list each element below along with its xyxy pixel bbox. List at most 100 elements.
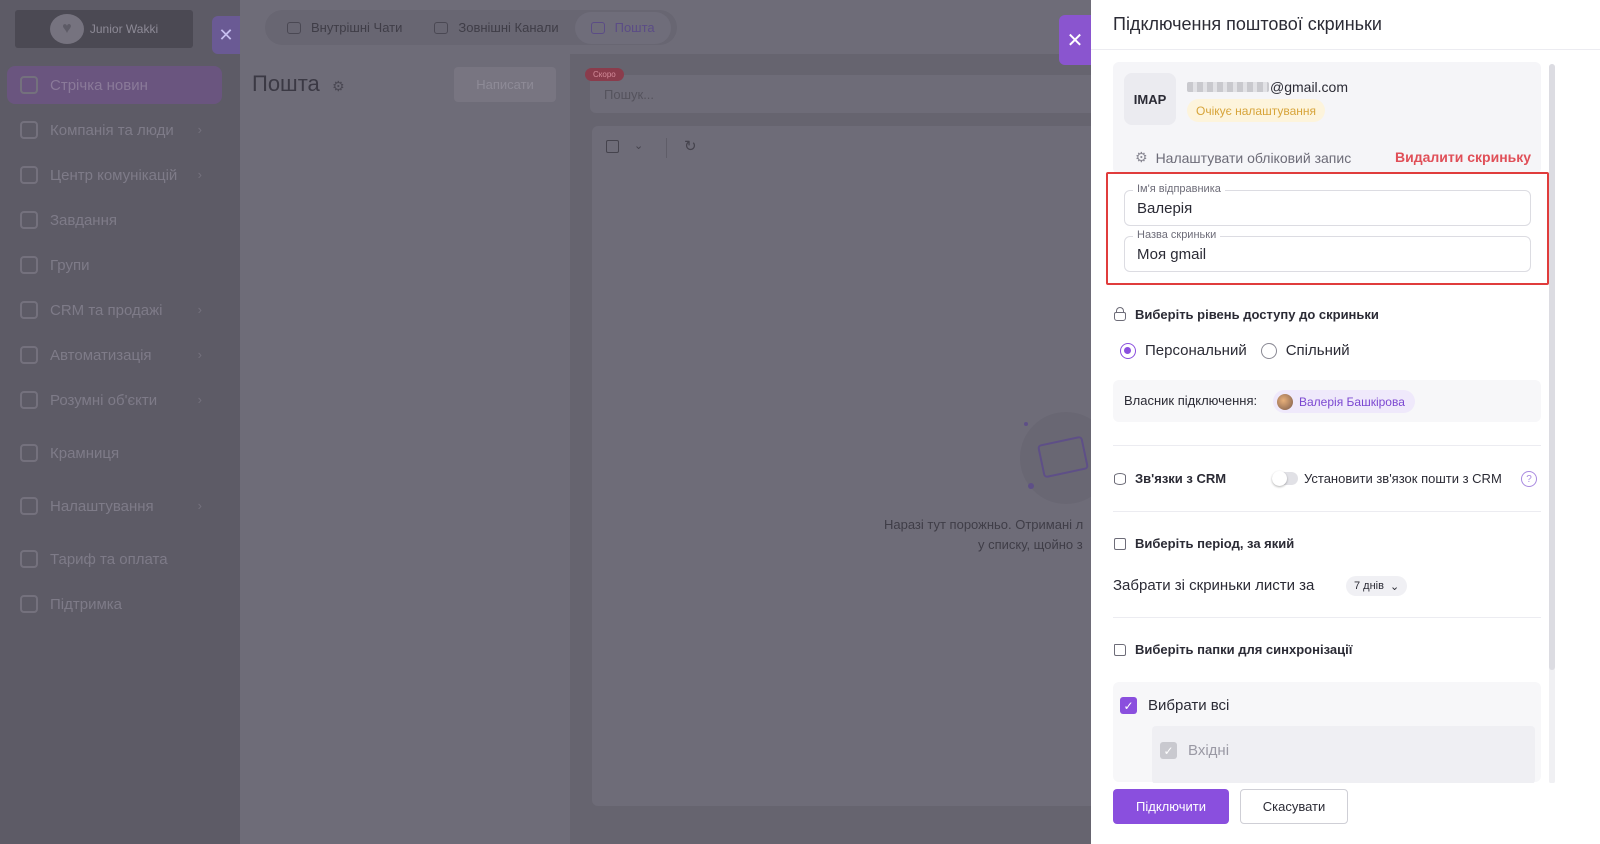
- select-all-mail-checkbox[interactable]: [606, 140, 619, 153]
- panel-title: Підключення поштової скриньки: [1113, 14, 1382, 34]
- tab-label: Пошта: [614, 20, 655, 35]
- radio-personal-label[interactable]: Персональний: [1145, 342, 1247, 359]
- protocol-badge: IMAP: [1124, 73, 1176, 125]
- folders-heading-text: Виберіть папки для синхронізації: [1135, 642, 1353, 657]
- scrollbar-thumb[interactable]: [1549, 64, 1555, 670]
- sidebar-item-icon: [20, 346, 38, 364]
- tab-channels[interactable]: Зовнішні Канали: [418, 12, 574, 44]
- sidebar-item[interactable]: Розумні об'єкти ›: [7, 381, 222, 419]
- page-title: Пошта: [252, 71, 320, 96]
- soon-badge: Скоро: [585, 68, 624, 81]
- mailbox-name-field[interactable]: Назва скриньки: [1124, 229, 1531, 272]
- background-app: ♥ Junior Wakki Стрічка новин Компанія та …: [0, 0, 1113, 844]
- radio-shared-label[interactable]: Спільний: [1286, 342, 1350, 359]
- mailbox-name-input[interactable]: [1137, 246, 1517, 263]
- sidebar-item[interactable]: Крамниця: [7, 434, 222, 472]
- sidebar-item[interactable]: Компанія та люди ›: [7, 111, 222, 149]
- chevron-right-icon: ›: [197, 347, 202, 362]
- select-all-label: Вибрати всі: [1148, 697, 1230, 714]
- connect-button[interactable]: Підключити: [1113, 789, 1229, 824]
- email-domain: @gmail.com: [1270, 79, 1349, 95]
- mail-settings-gear-icon[interactable]: ⚙: [332, 78, 345, 95]
- sidebar-item-label: Компанія та люди: [50, 121, 174, 139]
- divider: [1091, 49, 1600, 50]
- sidebar-item[interactable]: Стрічка новин: [7, 66, 222, 104]
- select-all-checkbox[interactable]: ✓: [1120, 697, 1137, 714]
- help-icon[interactable]: ?: [1521, 471, 1537, 487]
- owner-name: Валерія Башкірова: [1299, 394, 1405, 409]
- sidebar-item-icon: [20, 256, 38, 274]
- sender-name-field[interactable]: Ім'я відправника: [1124, 183, 1531, 226]
- period-value: 7 днів: [1354, 580, 1384, 592]
- crm-heading-text: Зв'язки з CRM: [1135, 471, 1227, 486]
- period-heading-text: Виберіть період, за який: [1135, 536, 1295, 551]
- folder-item[interactable]: ✓ Вхідні: [1160, 742, 1229, 759]
- sidebar-item-icon: [20, 444, 38, 462]
- access-level-options: Персональний Спільний: [1120, 342, 1350, 359]
- sidebar-item-icon: [20, 211, 38, 229]
- sidebar-item[interactable]: Автоматизація ›: [7, 336, 222, 374]
- redacted-email-user: [1187, 82, 1269, 92]
- period-label: Забрати зі скриньки листи за: [1113, 577, 1315, 594]
- folder-checkbox[interactable]: ✓: [1160, 742, 1177, 759]
- write-button[interactable]: Написати: [454, 67, 556, 102]
- radio-shared[interactable]: [1260, 342, 1277, 359]
- access-level-heading: Виберіть рівень доступу до скриньки: [1114, 306, 1379, 322]
- sidebar-item[interactable]: Тариф та оплата: [7, 540, 222, 578]
- database-icon: [1114, 472, 1126, 485]
- cancel-button[interactable]: Скасувати: [1240, 789, 1348, 824]
- channels-icon: [434, 21, 449, 34]
- sidebar-item-icon: [20, 166, 38, 184]
- sidebar-item-label: CRM та продажі: [50, 301, 163, 319]
- mail-folder-column: [240, 54, 570, 844]
- refresh-icon[interactable]: ↻: [684, 137, 697, 155]
- sidebar-item[interactable]: Завдання: [7, 201, 222, 239]
- sidebar-item[interactable]: Центр комунікацій ›: [7, 156, 222, 194]
- tab-label: Зовнішні Канали: [458, 20, 559, 35]
- toolbar-divider: [666, 138, 667, 158]
- calendar-icon: [1114, 537, 1126, 550]
- mail-icon: [590, 21, 605, 34]
- panel-close-icon[interactable]: ✕: [1059, 15, 1091, 65]
- folder-icon: [1114, 643, 1126, 656]
- channel-tabs: Внутрішні Чати Зовнішні Канали Пошта: [265, 10, 677, 45]
- folders-heading: Виберіть папки для синхронізації: [1114, 642, 1352, 657]
- logo-heart-icon: ♥: [49, 14, 84, 44]
- sidebar-item-icon: [20, 497, 38, 515]
- chevron-down-icon[interactable]: ⌄: [634, 139, 643, 152]
- select-all-folders[interactable]: ✓ Вибрати всі: [1120, 697, 1229, 714]
- tab-mail[interactable]: Пошта: [574, 11, 671, 44]
- sidebar-item[interactable]: Підтримка: [7, 585, 222, 623]
- sidebar-item[interactable]: Групи: [7, 246, 222, 284]
- sidebar-item-label: Тариф та оплата: [50, 550, 168, 568]
- sidebar-item-icon: [20, 550, 38, 568]
- sender-name-input[interactable]: [1137, 200, 1517, 217]
- chevron-right-icon: ›: [197, 392, 202, 407]
- sidebar-item-icon: [20, 301, 38, 319]
- delete-mailbox-button[interactable]: Видалити скриньку: [1395, 149, 1531, 165]
- sidebar-item[interactable]: Налаштування ›: [7, 487, 222, 525]
- crm-heading: Зв'язки з CRM: [1114, 471, 1226, 486]
- sidebar-item[interactable]: CRM та продажі ›: [7, 291, 222, 329]
- chevron-down-icon: ⌄: [1389, 580, 1400, 593]
- crm-link-toggle[interactable]: [1272, 471, 1298, 486]
- sidebar-item-label: Розумні об'єкти: [50, 391, 158, 409]
- owner-label: Власник підключення:: [1124, 393, 1258, 408]
- sidebar-item-label: Групи: [50, 256, 90, 274]
- tab-chat[interactable]: Внутрішні Чати: [271, 12, 418, 44]
- avatar: [1277, 393, 1293, 410]
- search-input[interactable]: Пошук...: [590, 75, 1113, 113]
- chevron-right-icon: ›: [197, 498, 202, 513]
- chevron-right-icon: ›: [197, 302, 202, 317]
- divider: [1113, 617, 1541, 618]
- sidebar-close-icon[interactable]: ✕: [212, 16, 240, 54]
- period-heading: Виберіть період, за який: [1114, 536, 1294, 551]
- divider: [1113, 511, 1541, 512]
- period-select[interactable]: 7 днів ⌄: [1346, 576, 1408, 596]
- sidebar-item-label: Крамниця: [50, 444, 120, 462]
- chevron-right-icon: ›: [197, 167, 202, 182]
- owner-chip[interactable]: Валерія Башкірова: [1273, 390, 1415, 413]
- account-settings-link[interactable]: ⚙ Налаштувати обліковий запис: [1135, 149, 1351, 166]
- sidebar-item-label: Стрічка новин: [50, 76, 148, 94]
- radio-personal[interactable]: [1120, 342, 1136, 359]
